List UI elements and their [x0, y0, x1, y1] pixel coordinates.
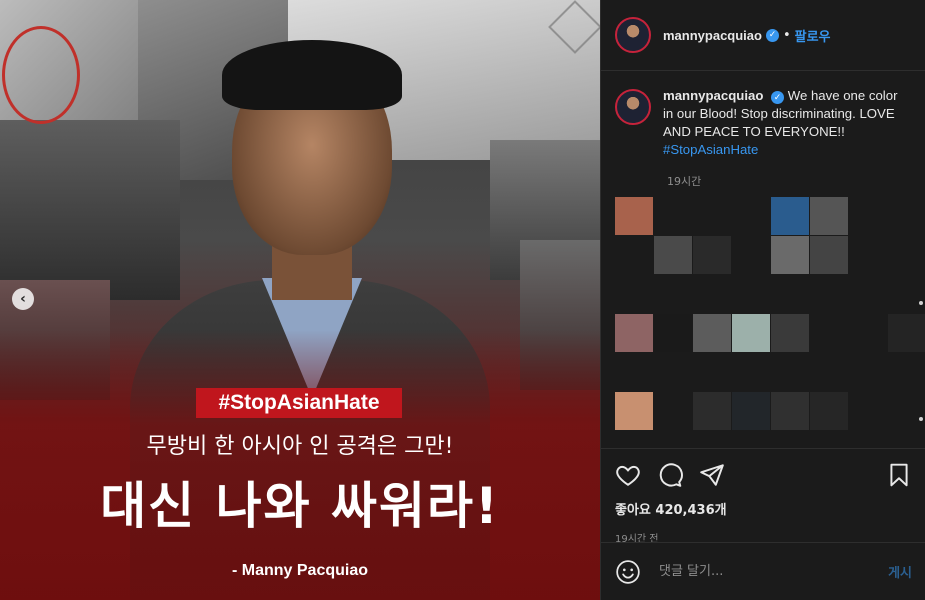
redacted-block: [771, 392, 809, 430]
headline-big: 대신 나와 싸워라!: [100, 477, 500, 535]
action-icons: [615, 461, 912, 489]
verified-icon: ✓: [771, 91, 785, 104]
more-dot[interactable]: [919, 301, 923, 305]
post-comment-button[interactable]: 게시: [888, 562, 912, 581]
separator-dot: •: [782, 27, 791, 43]
follow-button[interactable]: 팔로우: [795, 26, 831, 45]
redacted-block: [732, 392, 770, 430]
red-overlay: [0, 330, 600, 600]
highlight-circle: [2, 26, 80, 124]
comment-icon[interactable]: [657, 462, 683, 488]
like-count[interactable]: 좋아요 420,436개: [615, 499, 912, 518]
redacted-block: [693, 236, 731, 274]
caption-hashtag[interactable]: #StopAsianHate: [663, 142, 758, 157]
redacted-avatar: [615, 197, 653, 235]
post-header: mannypacquiao ✓ • 팔로우: [601, 0, 925, 71]
redacted-avatar: [615, 314, 653, 352]
username[interactable]: mannypacquiao: [663, 28, 762, 43]
headline-small: 무방비 한 아시아 인 공격은 그만!: [146, 434, 454, 459]
avatar[interactable]: [615, 89, 651, 125]
redacted-block: [771, 314, 809, 352]
collage-photo: [0, 120, 180, 300]
redacted-block: [888, 314, 925, 352]
post-image[interactable]: #StopAsianHate 무방비 한 아시아 인 공격은 그만! 대신 나와…: [0, 0, 600, 600]
redacted-block: [654, 236, 692, 274]
attribution: - Manny Pacquiao: [231, 562, 369, 579]
redacted-block: [693, 314, 731, 352]
redacted-block: [732, 314, 770, 352]
redacted-block: [810, 392, 848, 430]
post-sidebar: mannypacquiao ✓ • 팔로우 mannypacquiao ✓ We…: [600, 0, 925, 600]
caption-text: mannypacquiao ✓ We have one color in our…: [663, 87, 911, 159]
redacted-block: [654, 314, 692, 352]
avatar[interactable]: [615, 17, 651, 53]
chevron-left-icon[interactable]: ‹: [12, 288, 34, 310]
comments-section: mannypacquiao ✓ We have one color in our…: [601, 71, 925, 449]
redacted-block: [693, 392, 731, 430]
portrait-hair: [222, 40, 402, 110]
redacted-block: [771, 236, 809, 274]
bookmark-icon[interactable]: [886, 462, 912, 488]
instagram-post: #StopAsianHate 무방비 한 아시아 인 공격은 그만! 대신 나와…: [0, 0, 925, 600]
share-icon[interactable]: [699, 462, 725, 488]
comment-input[interactable]: [657, 563, 889, 580]
verified-icon: ✓: [765, 28, 779, 42]
caption-time: 19시간: [667, 175, 702, 188]
comment-composer: 게시: [601, 542, 925, 600]
hashtag-banner: #StopAsianHate: [196, 388, 402, 418]
caption: mannypacquiao ✓ We have one color in our…: [615, 87, 911, 159]
redacted-block: [810, 197, 848, 235]
caption-username[interactable]: mannypacquiao: [663, 88, 763, 103]
redacted-block: [810, 236, 848, 274]
redacted-block: [771, 197, 809, 235]
more-dot[interactable]: [919, 417, 923, 421]
redacted-avatar: [615, 392, 653, 430]
emoji-icon[interactable]: [615, 559, 641, 585]
post-actions: 좋아요 420,436개 19시간 전: [601, 448, 925, 545]
heart-icon[interactable]: [615, 462, 641, 488]
